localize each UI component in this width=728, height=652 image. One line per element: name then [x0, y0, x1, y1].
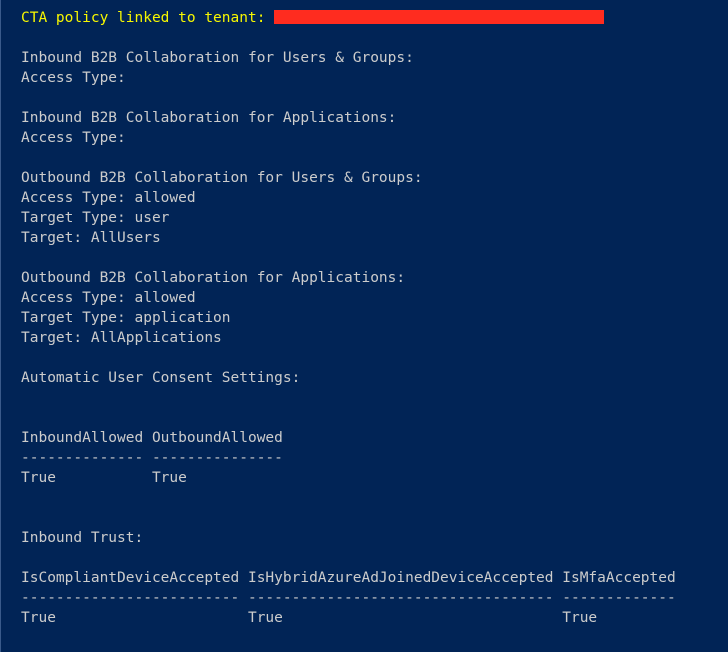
spacer [21, 408, 724, 428]
trust-table-header: IsCompliantDeviceAccepted IsHybridAzureA… [21, 568, 724, 588]
inbound-apps-title: Inbound B2B Collaboration for Applicatio… [21, 108, 724, 128]
outbound-apps-access: Access Type: allowed [21, 288, 724, 308]
outbound-users-targettype: Target Type: user [21, 208, 724, 228]
outbound-apps-target: Target: AllApplications [21, 328, 724, 348]
outbound-apps-title: Outbound B2B Collaboration for Applicati… [21, 268, 724, 288]
consent-table-row: True True [21, 468, 724, 488]
policy-header: CTA policy linked to tenant: [21, 8, 724, 28]
outbound-users-title: Outbound B2B Collaboration for Users & G… [21, 168, 724, 188]
consent-table-header: InboundAllowed OutboundAllowed [21, 428, 724, 448]
inbound-trust-title: Inbound Trust: [21, 528, 724, 548]
spacer [21, 388, 724, 408]
spacer [21, 28, 724, 48]
trust-table-divider: ------------------------- --------------… [21, 588, 724, 608]
outbound-apps-targettype: Target Type: application [21, 308, 724, 328]
trust-table-row: True True True [21, 608, 724, 628]
inbound-apps-access: Access Type: [21, 128, 724, 148]
inbound-users-access: Access Type: [21, 68, 724, 88]
tenant-redacted [274, 10, 604, 24]
spacer [21, 548, 724, 568]
inbound-users-title: Inbound B2B Collaboration for Users & Gr… [21, 48, 724, 68]
spacer [21, 488, 724, 508]
consent-table-divider: -------------- --------------- [21, 448, 724, 468]
spacer [21, 248, 724, 268]
spacer [21, 88, 724, 108]
policy-header-label: CTA policy linked to tenant: [21, 10, 274, 26]
outbound-users-access: Access Type: allowed [21, 188, 724, 208]
spacer [21, 508, 724, 528]
spacer [21, 348, 724, 368]
consent-title: Automatic User Consent Settings: [21, 368, 724, 388]
spacer [21, 148, 724, 168]
outbound-users-target: Target: AllUsers [21, 228, 724, 248]
